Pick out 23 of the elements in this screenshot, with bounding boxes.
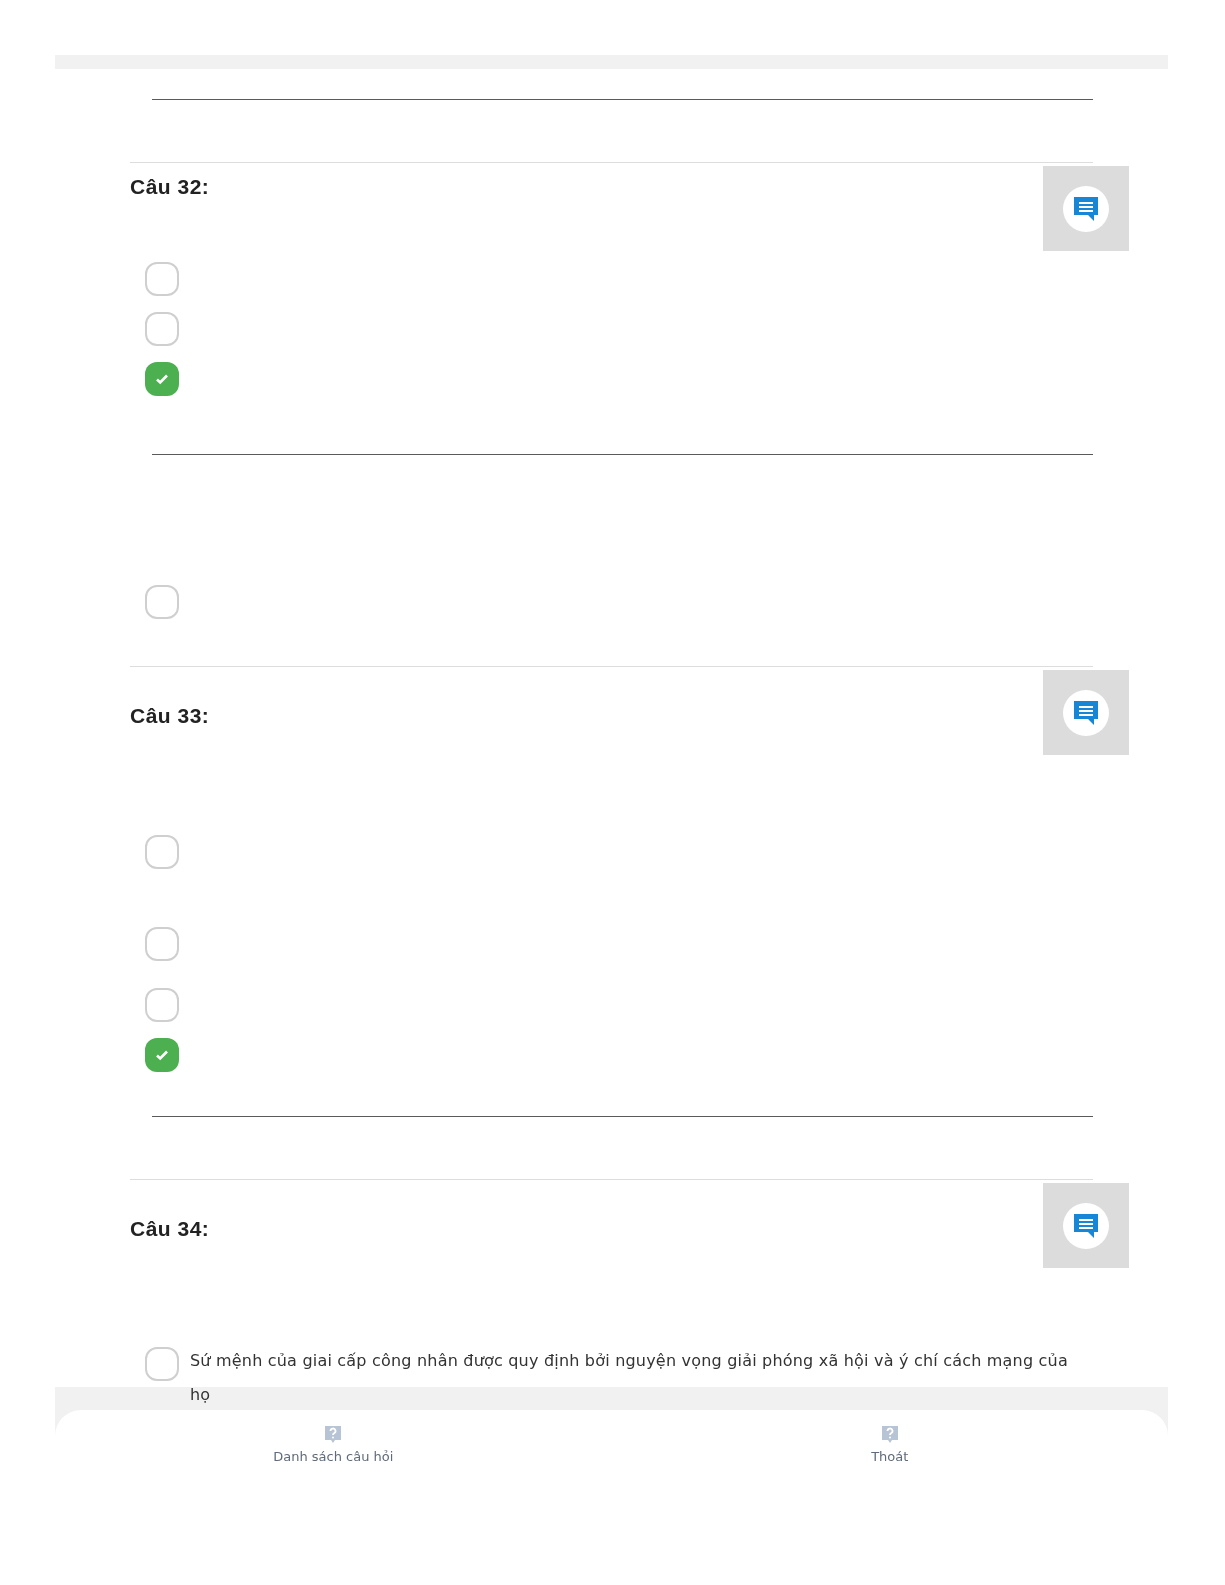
option-text: Sứ mệnh của giai cấp công nhân được quy định bởi nguyện vọng giải phóng xã hội và ý chí cách mạng của họ — [190, 1350, 1069, 1406]
question-title: Câu 33: — [130, 703, 210, 729]
question-title: Câu 34: — [130, 1216, 210, 1242]
option-checkbox[interactable] — [145, 585, 179, 619]
option-checkbox[interactable] — [145, 262, 179, 296]
chat-icon — [1072, 1211, 1100, 1240]
option-checkbox[interactable] — [145, 988, 179, 1022]
comment-button[interactable] — [1043, 166, 1129, 251]
option-checkbox[interactable] — [145, 835, 179, 869]
option-checkbox[interactable] — [145, 1347, 179, 1381]
help-icon — [879, 1425, 900, 1445]
exit-button[interactable]: Thoát — [871, 1425, 909, 1469]
question-list-button[interactable]: Danh sách câu hỏi — [273, 1425, 394, 1469]
comment-button[interactable] — [1043, 1183, 1129, 1268]
option-checkbox[interactable] — [145, 1038, 179, 1072]
help-icon — [323, 1425, 344, 1445]
option-checkbox[interactable] — [145, 312, 179, 346]
chat-icon — [1072, 194, 1100, 223]
comment-button[interactable] — [1043, 670, 1129, 755]
chat-icon — [1072, 698, 1100, 727]
option-checkbox[interactable] — [145, 362, 179, 396]
option-checkbox[interactable] — [145, 927, 179, 961]
question-title: Câu 32: — [130, 174, 210, 200]
